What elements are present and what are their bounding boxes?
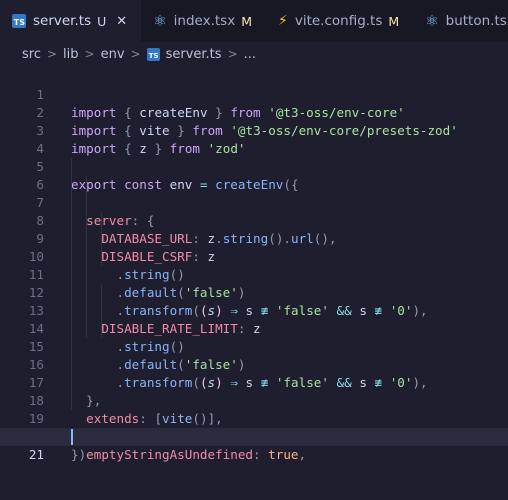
- code-line: 20 }): [0, 410, 508, 462]
- code-line: 2 import { vite } from '@t3-oss/env-core…: [0, 86, 508, 138]
- token: :: [252, 447, 261, 462]
- close-icon[interactable]: ✕: [116, 14, 127, 29]
- code-line: 4: [0, 122, 508, 156]
- breadcrumb-item-file[interactable]: server.ts: [166, 47, 222, 62]
- tab-index-tsx[interactable]: ⚛ index.tsx M: [141, 0, 266, 42]
- code-line-current: 21: [0, 428, 508, 462]
- tab-label: vite.config.ts: [294, 13, 383, 29]
- tab-label: index.tsx: [173, 13, 236, 29]
- code-line: 18 runtimeEnv: process.env,: [0, 374, 508, 444]
- code-line: 19 emptyStringAsUndefined: true,: [0, 392, 508, 462]
- code-line: 1 import { createEnv } from '@t3-oss/env…: [0, 68, 508, 120]
- tab-vite-config-ts[interactable]: ⚡ vite.config.ts M: [266, 0, 413, 42]
- react-file-icon: ⚛: [153, 11, 167, 30]
- tab-button-tsx[interactable]: ⚛ button.tsx: [413, 0, 508, 42]
- typescript-file-icon: TS: [12, 14, 26, 28]
- code-line: 5 export const env = createEnv({: [0, 140, 508, 192]
- breadcrumb-item-env[interactable]: env: [101, 47, 125, 62]
- code-line: 8 DISABLE_CSRF: z: [0, 194, 508, 264]
- code-line: 13 .string(): [0, 284, 508, 354]
- token: true: [268, 447, 299, 462]
- chevron-right-icon: >: [130, 47, 141, 61]
- editor-tab-bar: TS server.ts U ✕ ⚛ index.tsx M ⚡ vite.co…: [0, 0, 508, 42]
- tab-status-badge: M: [388, 13, 400, 29]
- code-line: 10 .default('false'): [0, 230, 508, 300]
- code-line: 15 .transform((s) ⇒ s ≢ 'false' && s ≢ '…: [0, 320, 508, 390]
- code-line: 16 },: [0, 338, 508, 408]
- code-line: 7 DATABASE_URL: z.string().url(),: [0, 176, 508, 246]
- tab-status-badge: U: [97, 13, 107, 29]
- chevron-right-icon: >: [46, 47, 58, 61]
- code-line: 11 .transform((s) ⇒ s ≢ 'false' && s ≢ '…: [0, 248, 508, 318]
- breadcrumb: src > lib > env > TS server.ts > ...: [0, 42, 508, 66]
- code-line: 14 .default('false'): [0, 302, 508, 372]
- code-line: 6 server: {: [0, 158, 508, 228]
- tab-status-badge: M: [241, 13, 252, 29]
- token: emptyStringAsUndefined: [86, 447, 253, 462]
- breadcrumb-item-src[interactable]: src: [22, 47, 41, 62]
- tab-server-ts[interactable]: TS server.ts U ✕: [0, 0, 142, 42]
- code-line: 3 import { z } from 'zod': [0, 104, 508, 156]
- vite-file-icon: ⚡: [277, 13, 288, 29]
- react-file-icon: ⚛: [425, 11, 439, 30]
- token: ,: [298, 447, 307, 462]
- tab-label: button.tsx: [445, 13, 508, 29]
- breadcrumb-item-symbols[interactable]: ...: [244, 47, 256, 62]
- line-number: 21: [28, 447, 44, 462]
- chevron-right-icon: >: [227, 47, 238, 61]
- chevron-right-icon: >: [84, 47, 95, 61]
- code-line: 17 extends: [vite()],: [0, 356, 508, 426]
- code-line: 12 DISABLE_RATE_LIMIT: z: [0, 266, 508, 336]
- token: ): [78, 447, 87, 462]
- text-cursor: [71, 429, 73, 445]
- code-line: 9 .string(): [0, 212, 508, 282]
- tab-label: server.ts: [33, 13, 92, 29]
- breadcrumb-item-lib[interactable]: lib: [63, 47, 78, 62]
- token: }: [71, 447, 79, 462]
- typescript-file-icon: TS: [146, 47, 160, 61]
- code-editor[interactable]: 1 import { createEnv } from '@t3-oss/env…: [0, 68, 508, 462]
